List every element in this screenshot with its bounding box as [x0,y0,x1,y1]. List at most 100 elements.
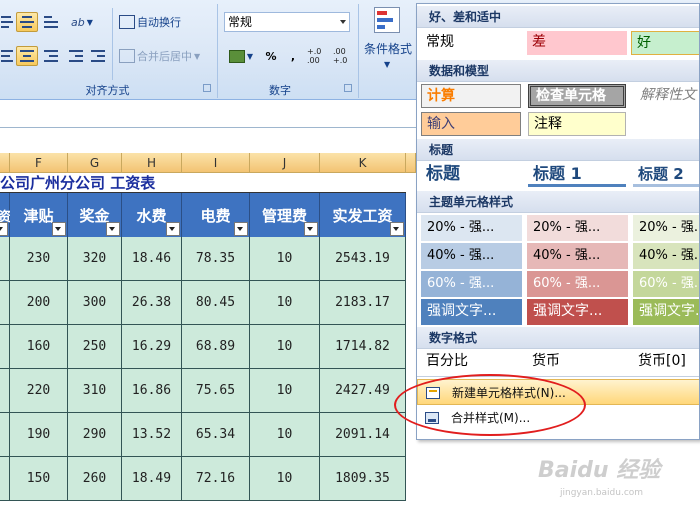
style-good[interactable]: 好 [631,31,699,55]
align-middle-button[interactable] [16,12,38,32]
table-cell-partial[interactable] [0,457,10,501]
column-header-h[interactable]: H [122,153,182,173]
table-cell[interactable]: 160 [10,325,68,369]
table-cell[interactable]: 220 [10,369,68,413]
style-accent3[interactable]: 强调文字... [633,299,699,325]
filter-dropdown-icon[interactable] [304,222,318,236]
table-cell[interactable]: 10 [250,413,320,457]
header-cell-management[interactable]: 管理费 [250,193,320,237]
align-left-button[interactable] [0,46,14,66]
table-cell[interactable]: 10 [250,457,320,501]
table-cell[interactable]: 68.89 [182,325,250,369]
table-cell-partial[interactable] [0,237,10,281]
header-cell-net-pay[interactable]: 实发工资 [320,193,406,237]
table-cell[interactable]: 10 [250,325,320,369]
align-top-button[interactable] [0,12,14,32]
style-normal[interactable]: 常规 [421,31,525,55]
header-cell-allowance[interactable]: 津贴 [10,193,68,237]
table-cell[interactable]: 10 [250,237,320,281]
table-cell[interactable]: 18.49 [122,457,182,501]
style-accent2[interactable]: 强调文字... [527,299,628,325]
table-cell[interactable]: 290 [68,413,122,457]
table-cell[interactable]: 300 [68,281,122,325]
style-currency[interactable]: 货币 [527,350,627,374]
style-currency-0[interactable]: 货币[0] [633,350,699,374]
align-bottom-button[interactable] [40,12,62,32]
increase-decimal-button[interactable]: +.0 .00 [306,44,330,68]
table-cell[interactable]: 16.29 [122,325,182,369]
table-cell[interactable]: 10 [250,369,320,413]
dialog-launcher-icon[interactable] [203,84,211,92]
table-cell[interactable]: 260 [68,457,122,501]
style-check-cell[interactable]: 检查单元格 [528,84,626,108]
header-cell-salary-partial[interactable]: 资 [0,193,11,237]
table-cell-partial[interactable] [0,281,10,325]
decrease-indent-button[interactable] [66,46,86,66]
table-cell[interactable]: 16.86 [122,369,182,413]
orientation-button[interactable]: ab ▼ [66,12,98,32]
table-cell[interactable]: 2543.19 [320,237,406,281]
align-right-button[interactable] [40,46,62,66]
percent-button[interactable]: % [260,46,282,66]
wrap-text-button[interactable]: 自动换行 [118,12,190,32]
table-cell[interactable]: 250 [68,325,122,369]
style-60-accent2[interactable]: 60% - 强... [527,271,628,297]
style-60-accent3[interactable]: 60% - 强... [633,271,699,297]
table-cell[interactable]: 310 [68,369,122,413]
table-cell[interactable]: 18.46 [122,237,182,281]
table-cell[interactable]: 26.38 [122,281,182,325]
table-cell[interactable]: 13.52 [122,413,182,457]
decrease-decimal-button[interactable]: .00 +.0 [332,44,356,68]
merge-center-button[interactable]: 合并后居中 ▼ [118,46,210,66]
header-cell-water[interactable]: 水费 [122,193,182,237]
filter-dropdown-icon[interactable] [234,222,248,236]
style-accent1[interactable]: 强调文字... [421,299,522,325]
table-cell[interactable]: 200 [10,281,68,325]
style-20-accent3[interactable]: 20% - 强... [633,215,699,241]
column-header-partial[interactable] [406,153,416,173]
table-cell-partial[interactable] [0,413,10,457]
style-40-accent2[interactable]: 40% - 强... [527,243,628,269]
table-cell[interactable]: 2091.14 [320,413,406,457]
style-20-accent1[interactable]: 20% - 强... [421,215,522,241]
table-cell[interactable]: 2427.49 [320,369,406,413]
accounting-format-button[interactable]: ▼ [224,46,258,66]
number-format-dropdown[interactable]: 常规 [224,12,350,32]
filter-dropdown-icon[interactable] [390,222,404,236]
table-cell[interactable]: 10 [250,281,320,325]
table-cell-partial[interactable] [0,369,10,413]
style-heading-1[interactable]: 标题 1 [528,163,626,187]
table-cell[interactable]: 1809.35 [320,457,406,501]
table-cell[interactable]: 1714.82 [320,325,406,369]
style-title[interactable]: 标题 [421,163,521,187]
conditional-format-button[interactable]: 条件格式 ▼ [362,4,414,78]
style-bad[interactable]: 差 [527,31,627,55]
comma-button[interactable]: , [284,46,302,66]
header-cell-electric[interactable]: 电费 [182,193,250,237]
style-60-accent1[interactable]: 60% - 强... [421,271,522,297]
style-note[interactable]: 注释 [528,112,626,136]
table-cell[interactable]: 72.16 [182,457,250,501]
style-40-accent3[interactable]: 40% - 强... [633,243,699,269]
table-cell[interactable]: 230 [10,237,68,281]
table-cell[interactable]: 320 [68,237,122,281]
style-explanatory[interactable]: 解释性文 [635,84,699,108]
style-input[interactable]: 输入 [421,112,521,136]
style-heading-2[interactable]: 标题 2 [633,163,699,187]
style-calculation[interactable]: 计算 [421,84,521,108]
header-cell-bonus[interactable]: 奖金 [68,193,122,237]
table-cell[interactable]: 150 [10,457,68,501]
filter-dropdown-icon[interactable] [166,222,180,236]
column-header-partial[interactable] [0,153,10,173]
table-cell[interactable]: 80.45 [182,281,250,325]
table-cell-partial[interactable] [0,325,10,369]
table-cell[interactable]: 190 [10,413,68,457]
table-cell[interactable]: 75.65 [182,369,250,413]
style-percent[interactable]: 百分比 [421,350,521,374]
table-cell[interactable]: 2183.17 [320,281,406,325]
column-header-g[interactable]: G [68,153,122,173]
filter-dropdown-icon[interactable] [52,222,66,236]
table-cell[interactable]: 65.34 [182,413,250,457]
style-40-accent1[interactable]: 40% - 强... [421,243,522,269]
filter-dropdown-icon[interactable] [0,222,8,236]
